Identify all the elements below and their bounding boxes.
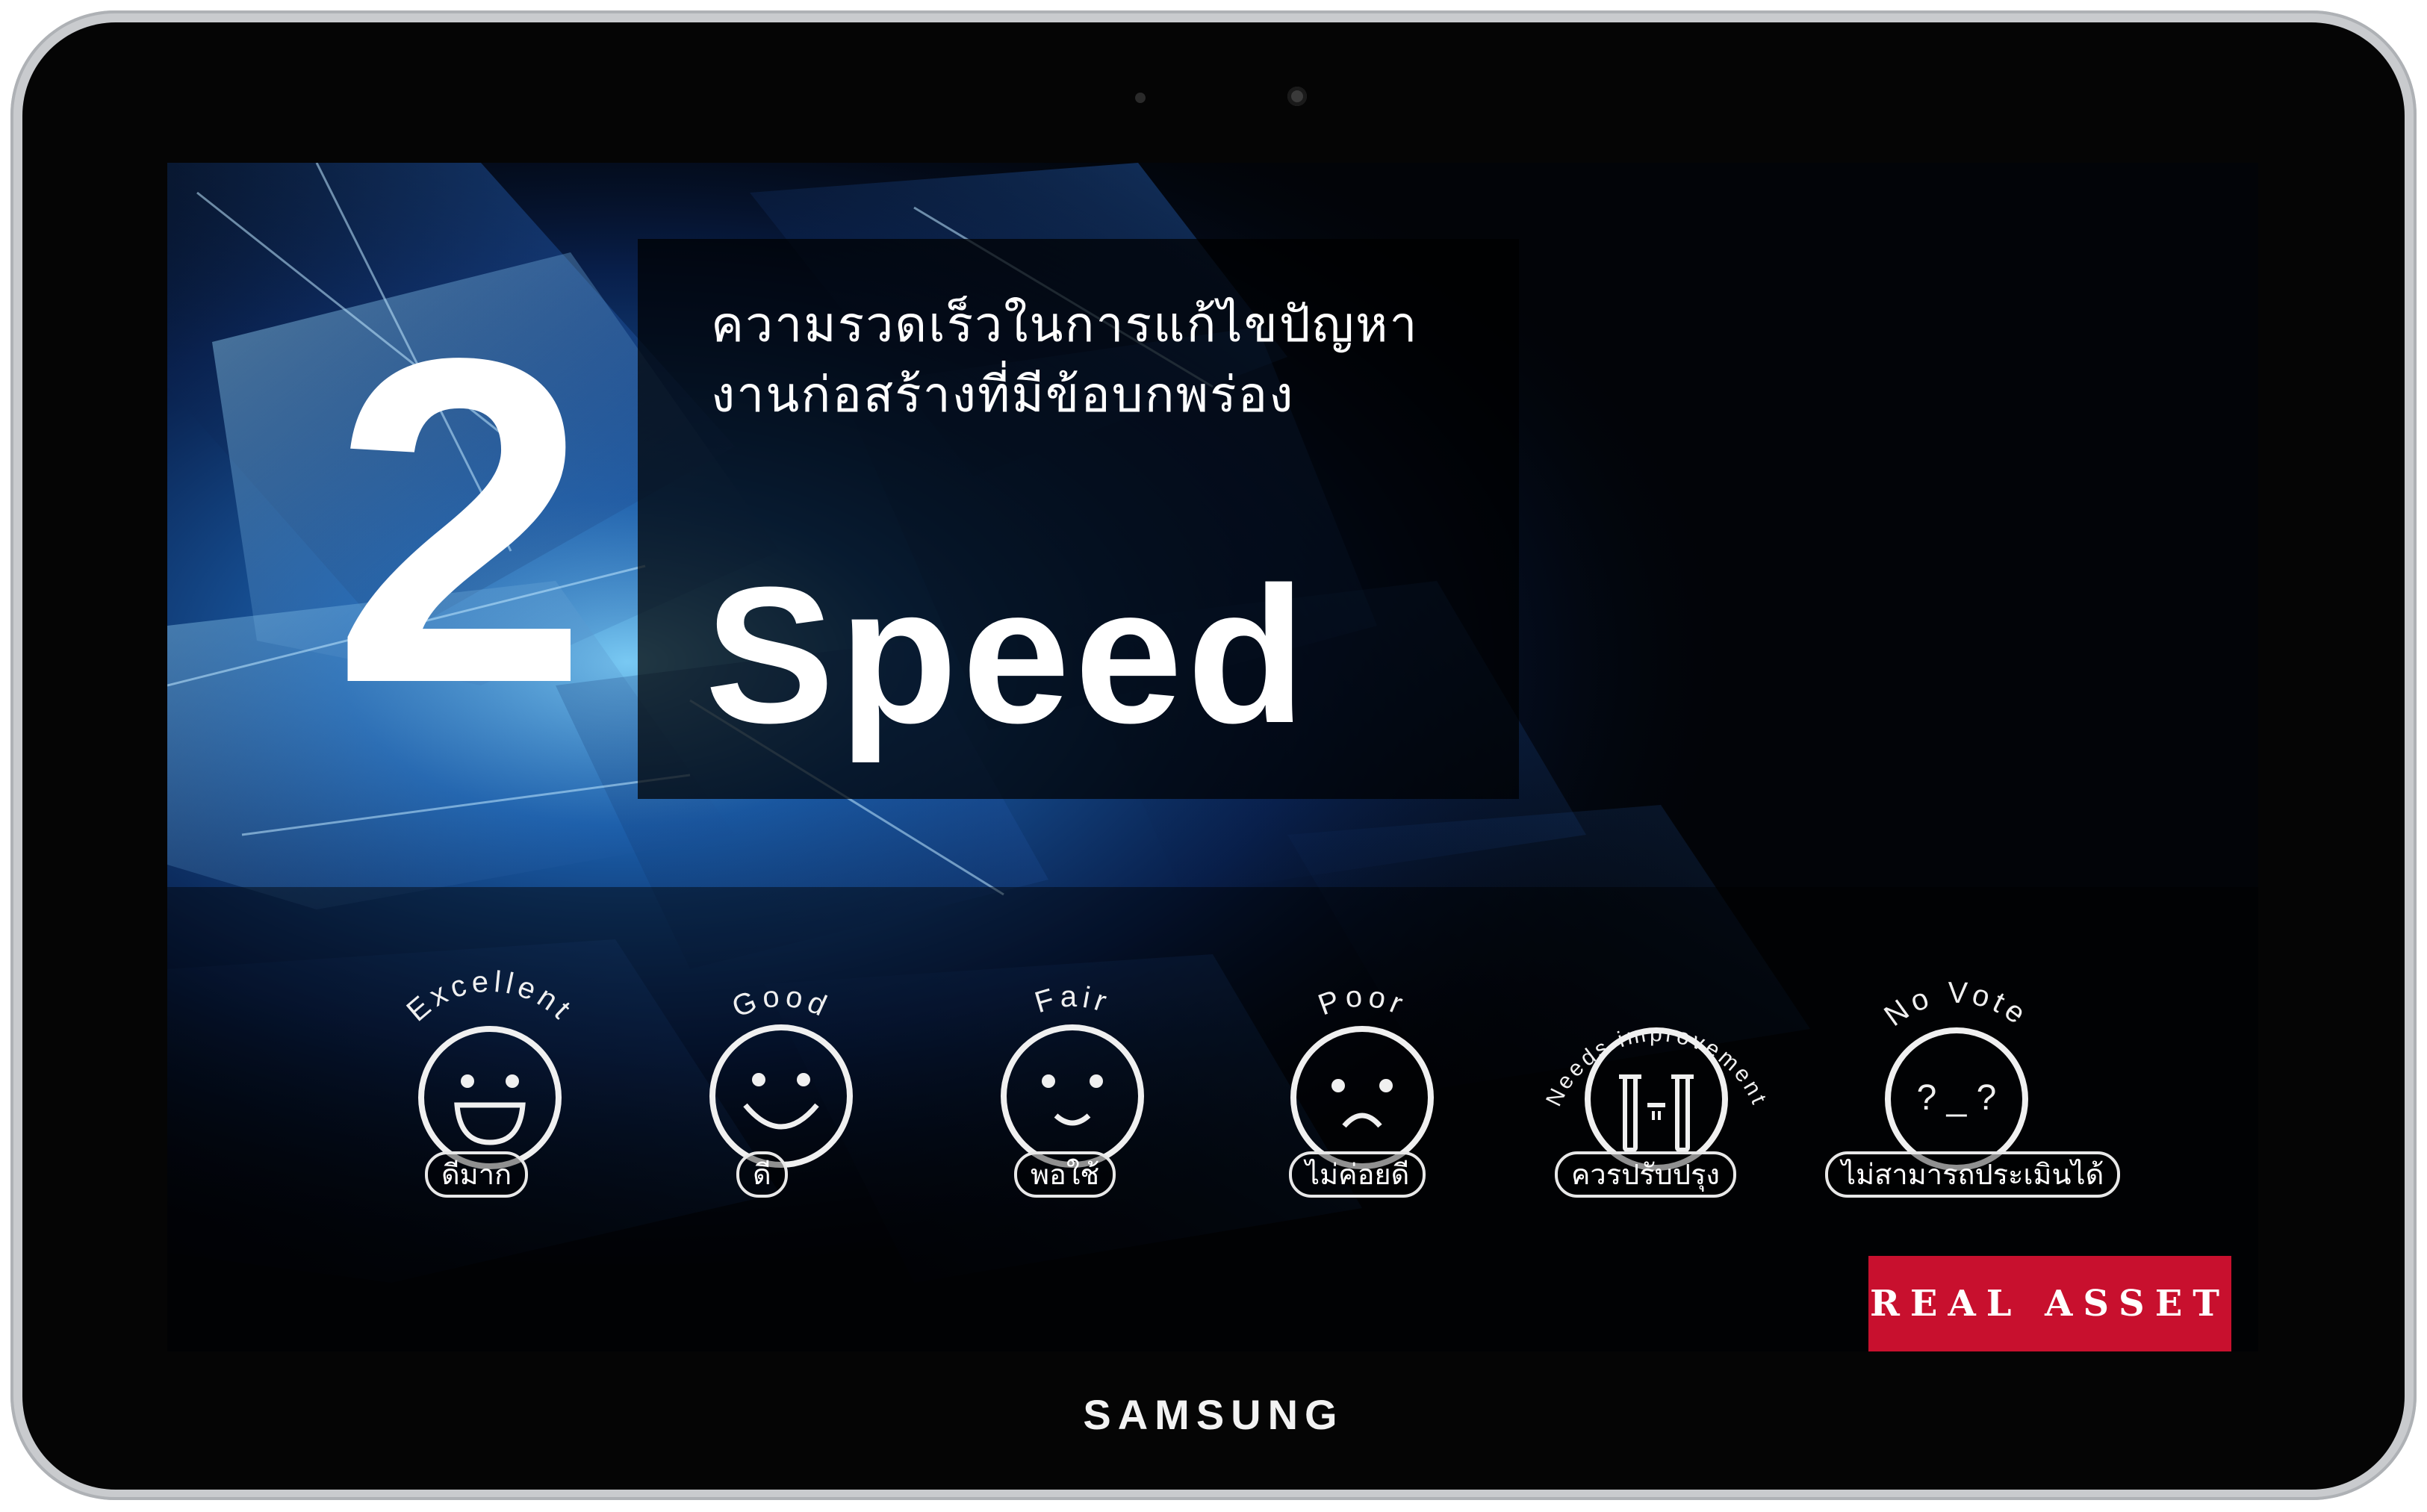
question-title-line-2: งานก่อสร้างที่มีข้อบกพร่อง [711,366,1295,423]
vote-no-vote-label[interactable]: ไม่สามารถประเมินได้ [1825,1151,2121,1198]
vote-needs-improvement-label[interactable]: ควรปรับปรุง [1555,1151,1736,1198]
svg-text:Fair: Fair [1031,980,1115,1020]
kiosk-screen: 2 ความรวดเร็วในการแก้ไขปัญหา งานก่อสร้าง… [167,163,2258,1351]
vote-excellent-arc-label: Excellent [400,965,575,1027]
vote-good-button[interactable]: Good [639,939,908,1253]
front-camera-icon [1287,87,1307,106]
vote-no-vote-button[interactable]: No Vote ? _ ? [1815,939,2083,1253]
vote-fair-label[interactable]: พอใช้ [1014,1151,1116,1198]
vote-poor-button[interactable]: Poor [1220,939,1489,1253]
device-brand: SAMSUNG [1083,1391,1344,1438]
vote-fair-arc-label: Fair [1031,980,1110,1020]
vote-fair-button[interactable]: Fair [930,939,1199,1253]
vote-no-vote-arc-label: No Vote [1878,977,2030,1033]
vote-good-arc-label: Good [727,980,830,1024]
vote-excellent-button[interactable]: Excellent [348,939,617,1253]
svg-text:Excellent: Excellent [400,965,579,1027]
svg-text:? _ ?: ? _ ? [1917,1078,1997,1118]
question-title-line-1: ความรวดเร็วในการแก้ไขปัญหา [711,296,1419,353]
vote-needs-improvement-arc-label: Needs improvement [1541,1021,1769,1110]
vote-good-label[interactable]: ดี [736,1151,788,1198]
company-logo: REAL ASSET [1868,1256,2231,1351]
vote-needs-improvement-button[interactable]: Needs improvement [1513,939,1782,1253]
question-number: 2 [332,263,589,780]
svg-text:No Vote: No Vote [1878,977,2035,1033]
svg-text:Good: Good [727,980,835,1024]
question-title: ความรวดเร็วในการแก้ไขปัญหา งานก่อสร้างที… [711,290,1532,430]
svg-text:Needs improvement: Needs improvement [1541,1021,1772,1110]
vote-poor-label[interactable]: ไม่ค่อยดี [1289,1151,1426,1198]
light-sensor [1135,93,1146,103]
question-heading: Speed [705,547,1311,764]
svg-text:Poor: Poor [1314,980,1411,1022]
vote-excellent-label[interactable]: ดีมาก [425,1151,529,1198]
vote-poor-arc-label: Poor [1314,980,1407,1022]
